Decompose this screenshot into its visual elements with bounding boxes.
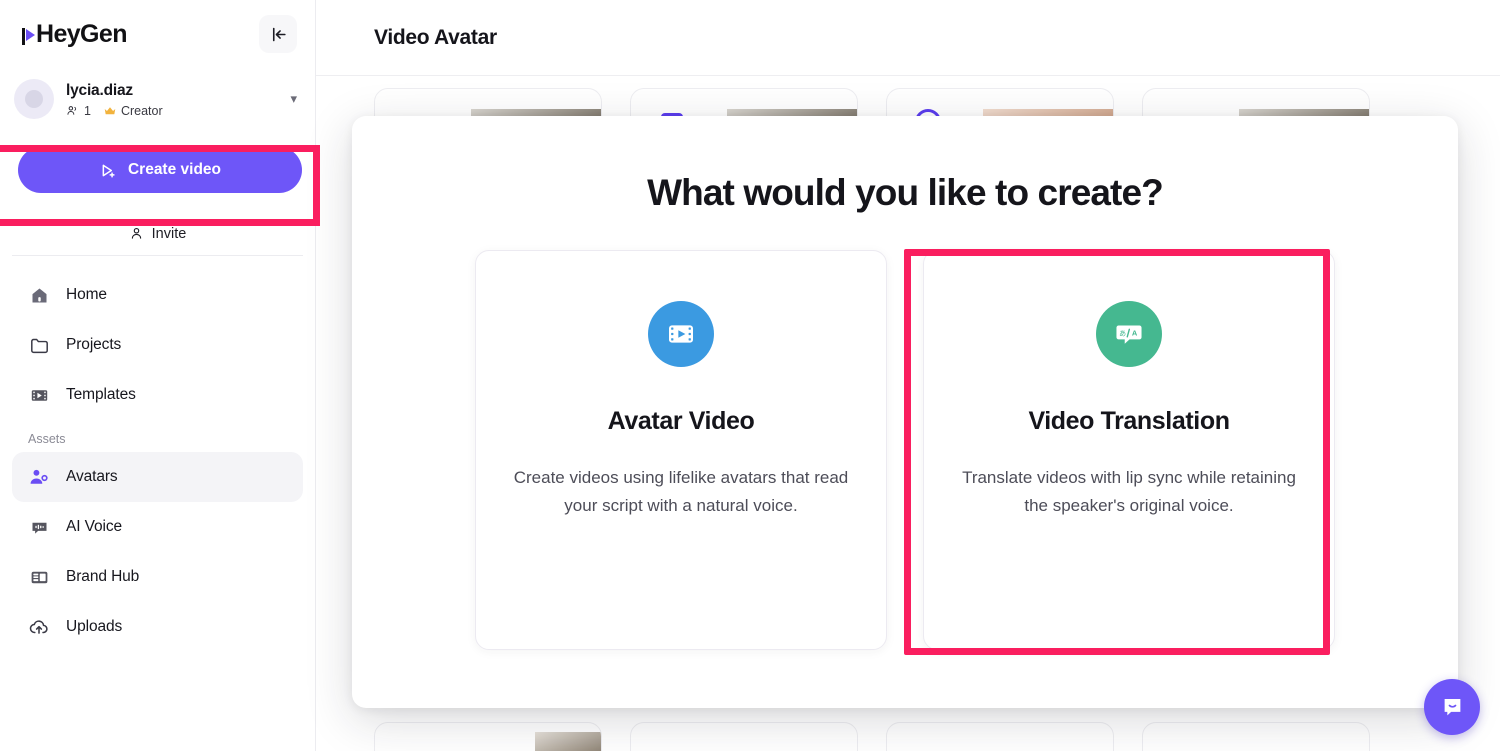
video-translation-description: Translate videos with lip sync while ret… [962, 468, 1296, 515]
avatar-card[interactable] [630, 722, 858, 751]
create-video-slot: Create video [0, 130, 315, 212]
account-switcher[interactable]: lycia.diaz 1 Creator ▾ [0, 68, 315, 130]
chevron-down-icon: ▾ [290, 91, 297, 106]
page-title: Video Avatar [374, 25, 497, 49]
person-icon [131, 227, 141, 239]
svg-text:A: A [1132, 328, 1138, 337]
avatar-video-card[interactable]: Avatar Video Create videos using lifelik… [475, 250, 887, 650]
people-icon [67, 106, 77, 115]
account-name: lycia.diaz [66, 81, 133, 99]
avatar-thumbnail [535, 732, 601, 751]
create-video-button[interactable]: Create video [18, 147, 302, 193]
sidebar-item-home[interactable]: Home [12, 270, 303, 320]
home-icon [28, 284, 50, 306]
avatar-video-description: Create videos using lifelike avatars tha… [513, 468, 849, 515]
sidebar-item-label: AI Voice [66, 518, 123, 535]
sidebar-item-label: Templates [66, 386, 136, 403]
folder-icon [28, 334, 50, 356]
intercom-chat-icon [1444, 698, 1460, 715]
sidebar-item-avatars[interactable]: Avatars [12, 452, 303, 502]
logo-play-icon [26, 29, 35, 41]
members-count: 1 [84, 103, 91, 118]
sidebar-item-uploads[interactable]: Uploads [12, 602, 303, 652]
avatar-card-grid-row2 [374, 722, 1370, 751]
create-choice-modal: What would you like to create? Avatar Vi… [352, 116, 1458, 708]
plan-name: Creator [120, 103, 163, 118]
video-translation-card[interactable]: あ A Video Translation Translate videos w… [923, 250, 1335, 650]
cloud-upload-icon [28, 616, 50, 638]
video-translation-title: Video Translation [1028, 407, 1230, 435]
people-avatar-icon [28, 466, 50, 488]
invite-label: Invite [151, 225, 187, 242]
assets-section-label: Assets [28, 432, 66, 446]
create-video-label: Create video [127, 161, 222, 178]
sidebar-item-label: Avatars [66, 468, 118, 485]
modal-title: What would you like to create? [647, 172, 1164, 213]
sidebar-item-ai-voice[interactable]: AI Voice [12, 502, 303, 552]
voice-bubble-icon [28, 516, 50, 538]
logo-bar-icon [22, 27, 25, 45]
heygen-logo[interactable]: HeyGen [22, 20, 127, 49]
sidebar: HeyGen lycia.diaz 1 Creator ▾ Create vid… [0, 0, 316, 751]
sidebar-nav: Home Projects Templates Assets Avatars A… [0, 256, 315, 652]
sidebar-item-brand-hub[interactable]: Brand Hub [12, 552, 303, 602]
sidebar-item-label: Home [66, 286, 107, 303]
avatar-card[interactable] [886, 722, 1114, 751]
collapse-sidebar-button[interactable] [259, 15, 297, 53]
collapse-left-icon [272, 27, 286, 41]
logo-text: HeyGen [36, 19, 127, 48]
sidebar-header: HeyGen [0, 0, 315, 68]
invite-button[interactable]: Invite [12, 212, 303, 256]
avatar [14, 79, 54, 119]
film-play-icon [648, 301, 714, 367]
film-icon [28, 384, 50, 406]
plan-badge: Creator [103, 104, 163, 118]
account-meta: 1 Creator [66, 104, 284, 118]
avatar-video-title: Avatar Video [607, 407, 755, 435]
intercom-launcher-button[interactable] [1424, 679, 1480, 735]
account-info: lycia.diaz 1 Creator [66, 81, 284, 118]
svg-text:あ: あ [1119, 329, 1126, 337]
sidebar-item-label: Uploads [66, 618, 123, 635]
sidebar-item-label: Brand Hub [66, 568, 140, 585]
create-option-list: Avatar Video Create videos using lifelik… [352, 250, 1458, 650]
sidebar-item-projects[interactable]: Projects [12, 320, 303, 370]
app-root: Video Avatar What would you like to crea… [0, 0, 1500, 751]
avatar-card[interactable] [1142, 722, 1370, 751]
translate-bubble-icon: あ A [1096, 301, 1162, 367]
sidebar-item-label: Projects [66, 336, 122, 353]
avatar-card[interactable] [374, 722, 602, 751]
video-plus-icon [102, 164, 115, 178]
crown-icon [104, 106, 116, 114]
sidebar-item-templates[interactable]: Templates [12, 370, 303, 420]
brand-grid-icon [28, 566, 50, 588]
main-header: Video Avatar [316, 0, 1500, 76]
